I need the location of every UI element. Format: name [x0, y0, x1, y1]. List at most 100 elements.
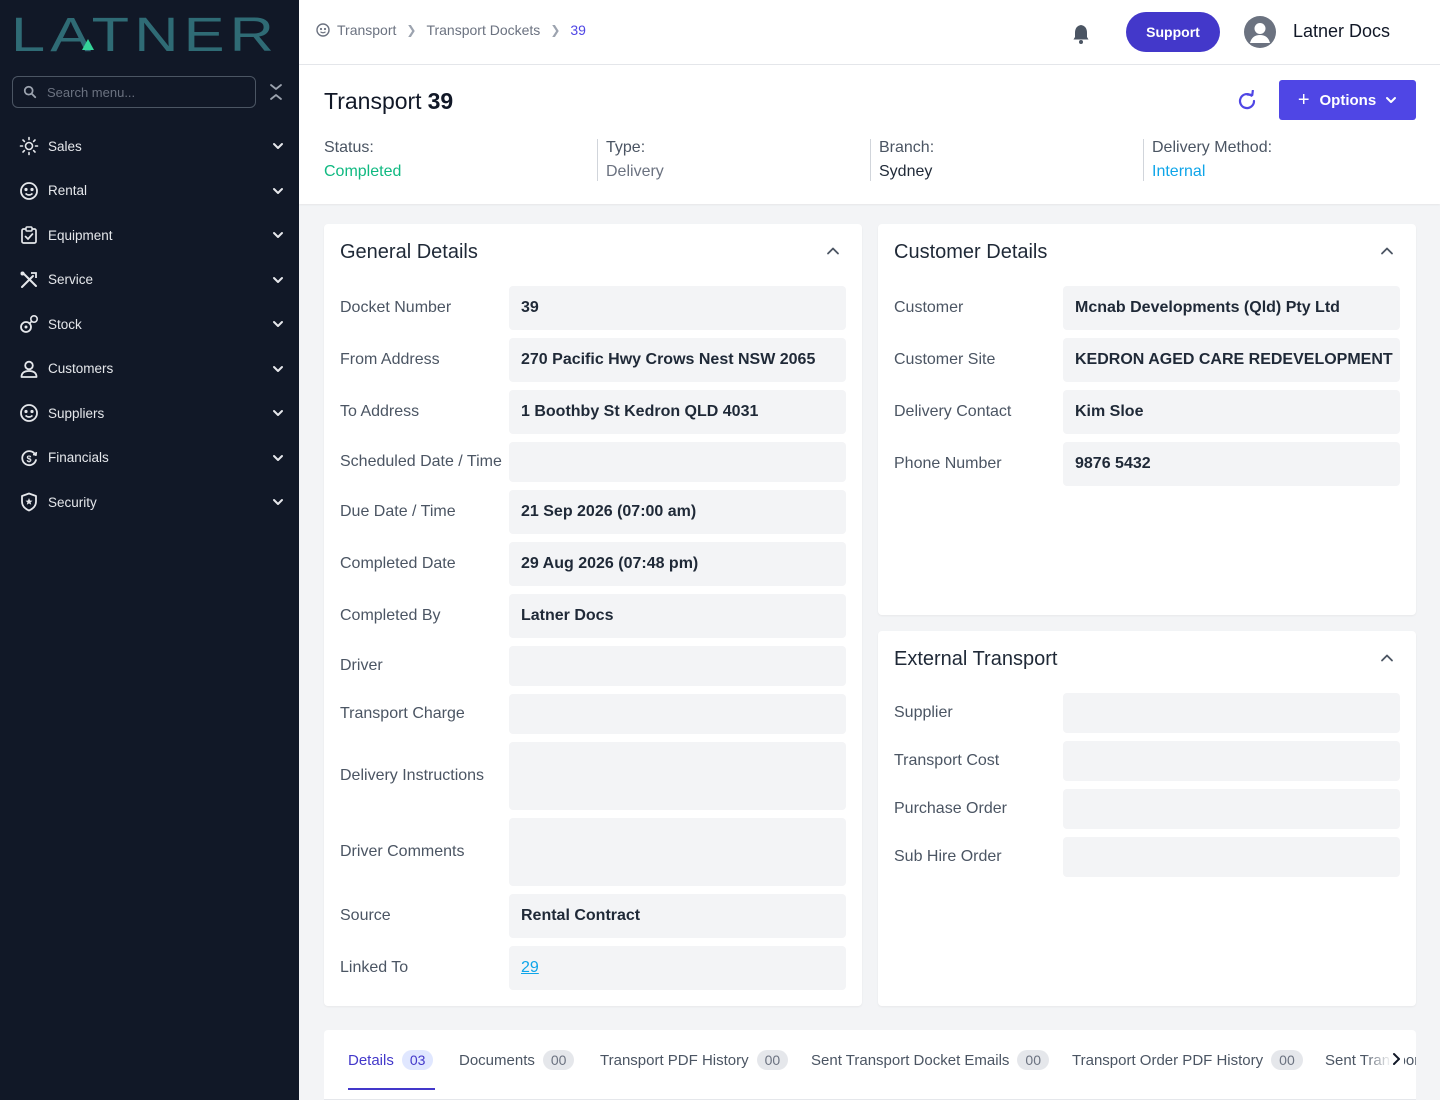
field-row: Driver Comments [340, 818, 846, 886]
sidebar-item-label: Financials [48, 450, 109, 466]
menu-search-input[interactable] [47, 84, 237, 100]
svg-text:$: $ [26, 454, 31, 464]
field-label: To Address [340, 403, 420, 420]
tab-label: Details [348, 1051, 394, 1069]
sidebar-item-label: Sales [48, 138, 82, 154]
external-transport-card: External Transport Supplier Transport Co… [878, 631, 1416, 1006]
tab-count-badge: 00 [756, 1050, 789, 1070]
transport-charge-value [509, 694, 846, 734]
field-row: Delivery Contact Kim Sloe [894, 390, 1400, 434]
sidebar-item-equipment[interactable]: Equipment [0, 213, 299, 258]
field-label: Due Date / Time [340, 503, 456, 520]
field-label: Transport Charge [340, 705, 465, 722]
tab-transport-pdf-history[interactable]: Transport PDF History 00 [600, 1050, 789, 1070]
field-row: Phone Number 9876 5432 [894, 442, 1400, 486]
completed-date-value: 29 Aug 2026 (07:48 pm) [509, 542, 846, 586]
tab-sent-transport-docket-emails[interactable]: Sent Transport Docket Emails 00 [811, 1050, 1049, 1070]
branch-label: Branch: [879, 139, 935, 156]
plus-icon: + [1297, 89, 1310, 111]
chevron-up-icon[interactable] [1380, 244, 1394, 258]
field-row: To Address 1 Boothby St Kedron QLD 4031 [340, 390, 846, 434]
field-row: Linked To 29 [340, 946, 846, 990]
sub-hire-order-value [1063, 837, 1400, 877]
sidebar-item-label: Equipment [48, 227, 113, 243]
suppliers-icon [18, 402, 40, 424]
sidebar-item-rental[interactable]: Rental [0, 169, 299, 214]
tab-count-badge: 03 [401, 1050, 434, 1070]
equipment-icon [18, 224, 40, 246]
field-label: Docket Number [340, 299, 452, 316]
rental-icon [18, 180, 40, 202]
linked-to-link[interactable]: 29 [521, 959, 539, 977]
card-title: Customer Details [894, 241, 1048, 263]
collapse-sidebar-icon[interactable] [268, 82, 284, 102]
tab-label: Transport PDF History [600, 1051, 749, 1069]
breadcrumb: Transport ❯ Transport Dockets ❯ 39 [316, 22, 586, 38]
sidebar-item-label: Customers [48, 361, 114, 377]
sidebar-menu: Sales Rental Equipment Service Stock Cus… [0, 124, 299, 525]
card-title: External Transport [894, 648, 1058, 670]
chevron-right-icon: ❯ [406, 23, 417, 37]
notifications-bell-icon[interactable] [1071, 23, 1091, 45]
breadcrumb-transport-dockets[interactable]: Transport Dockets [426, 22, 540, 38]
field-label: Customer Site [894, 351, 996, 368]
tab-label: Sent Transport Docket Emails [811, 1051, 1010, 1069]
breadcrumb-current: 39 [570, 22, 586, 38]
chevron-right-icon[interactable] [1390, 1052, 1402, 1066]
shield-icon [18, 491, 40, 513]
field-label: Driver [340, 657, 383, 674]
topbar: Transport ❯ Transport Dockets ❯ 39 Suppo… [299, 0, 1440, 65]
customer-details-card: Customer Details Customer Mcnab Developm… [878, 224, 1416, 615]
sidebar-item-stock[interactable]: Stock [0, 302, 299, 347]
field-row: Driver [340, 646, 846, 686]
field-row: Transport Cost [894, 741, 1400, 781]
search-icon [23, 85, 37, 99]
latner-logo[interactable]: LATNER [10, 12, 280, 54]
tab-details[interactable]: Details 03 [348, 1050, 434, 1070]
card-title: General Details [340, 241, 478, 263]
tab-label: Transport Order PDF History [1072, 1051, 1264, 1069]
chevron-down-icon [273, 143, 283, 150]
chevron-up-icon[interactable] [826, 244, 840, 258]
docket-tabs: Details 03 Documents 00 Transport PDF Hist… [324, 1030, 1416, 1100]
chevron-down-icon [273, 232, 283, 239]
general-details-card: General Details Docket Number 39 From Ad… [324, 224, 862, 1006]
delivery-method-label: Delivery Method: [1152, 139, 1273, 156]
chevron-down-icon [273, 454, 283, 461]
tab-documents[interactable]: Documents 00 [459, 1050, 575, 1070]
tab-transport-order-pdf-history[interactable]: Transport Order PDF History 00 [1072, 1050, 1303, 1070]
field-row: Scheduled Date / Time [340, 442, 846, 482]
chevron-up-icon[interactable] [1380, 651, 1394, 665]
branch-field: Branch: Sydney [870, 139, 1143, 181]
delivery-method-value[interactable]: Internal [1152, 163, 1416, 181]
field-label: Completed Date [340, 555, 456, 572]
sidebar-item-sales[interactable]: Sales [0, 124, 299, 169]
type-label: Type: [606, 139, 646, 156]
sidebar-item-label: Stock [48, 316, 82, 332]
refresh-icon[interactable] [1236, 90, 1258, 112]
breadcrumb-transport[interactable]: Transport [337, 22, 396, 38]
tab-count-badge: 00 [1017, 1050, 1049, 1070]
sidebar-item-customers[interactable]: Customers [0, 347, 299, 392]
field-label: Transport Cost [894, 752, 1000, 769]
avatar[interactable] [1244, 16, 1276, 48]
sidebar-item-suppliers[interactable]: Suppliers [0, 391, 299, 436]
linked-to-field: 29 [509, 946, 846, 990]
sales-icon [18, 135, 40, 157]
tab-label: Documents [459, 1051, 535, 1069]
delivery-contact-value: Kim Sloe [1063, 390, 1400, 434]
field-label: Source [340, 907, 391, 924]
support-button[interactable]: Support [1126, 12, 1220, 52]
user-name[interactable]: Latner Docs [1293, 21, 1390, 42]
options-button[interactable]: + Options [1279, 80, 1416, 120]
type-value: Delivery [606, 163, 664, 180]
sidebar-item-label: Service [48, 272, 94, 288]
type-field: Type: Delivery [597, 139, 870, 181]
sidebar-item-security[interactable]: Security [0, 480, 299, 525]
delivery-instructions-value [509, 742, 846, 810]
chevron-right-icon: ❯ [550, 23, 561, 37]
sidebar-item-financials[interactable]: $ Financials [0, 436, 299, 481]
field-row: Docket Number 39 [340, 286, 846, 330]
sidebar-item-service[interactable]: Service [0, 258, 299, 303]
field-row: Completed Date 29 Aug 2026 (07:48 pm) [340, 542, 846, 586]
